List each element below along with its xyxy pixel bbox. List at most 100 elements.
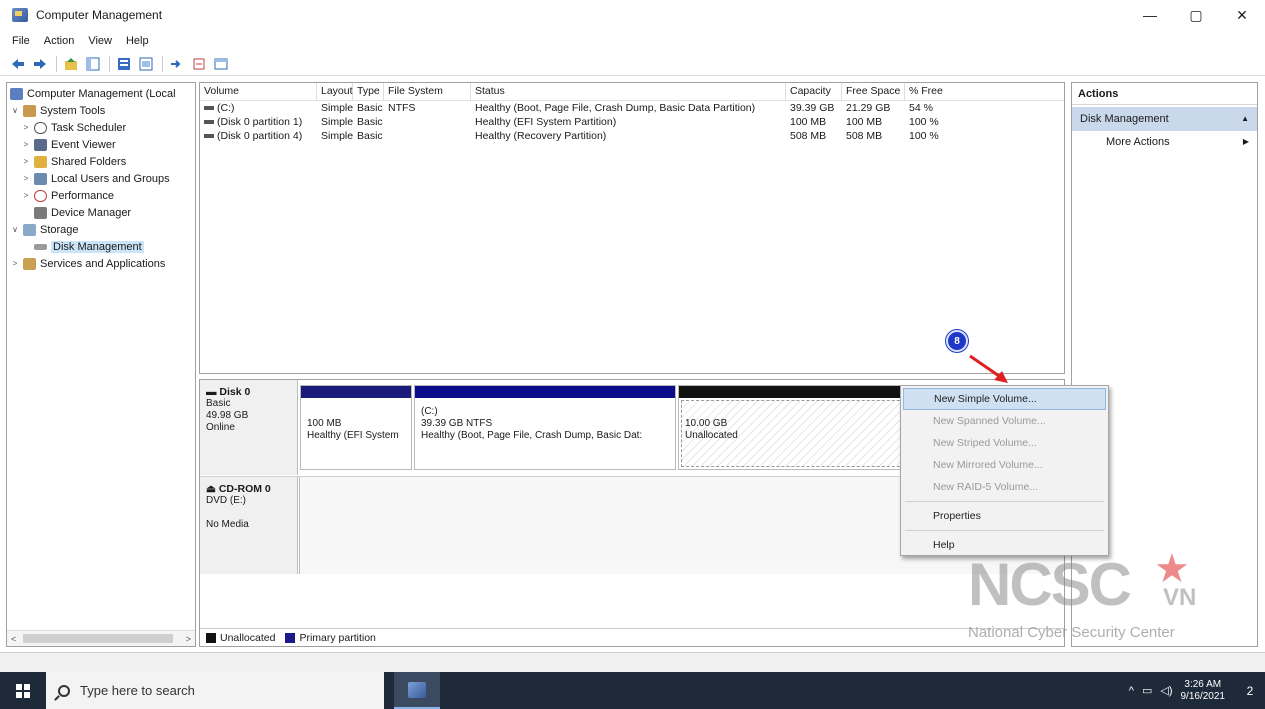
taskbar-app-computer-management[interactable] — [394, 672, 440, 709]
tree-item-system-tools[interactable]: ∨ System Tools — [10, 102, 105, 119]
volume-icon[interactable]: ◁) — [1160, 684, 1172, 697]
new-striped-volume-menu-item: New Striped Volume... — [933, 437, 1037, 449]
column-layout[interactable]: Layout — [317, 83, 353, 101]
more-actions-item[interactable]: More Actions ▶ — [1072, 131, 1257, 153]
title-bar: Computer Management — ▢ ✕ — [0, 0, 1265, 30]
tree-item-shared-folders[interactable]: > Shared Folders — [21, 153, 126, 170]
system-tray: ^ ▭ ◁) 3:26 AM 9/16/2021 2 — [1129, 672, 1265, 709]
legend-swatch-primary — [285, 632, 296, 643]
expand-chevron-icon[interactable]: > — [21, 174, 31, 183]
tree-item-storage[interactable]: ∨ Storage — [10, 221, 79, 238]
menu-file[interactable]: File — [12, 35, 30, 47]
minimize-button[interactable]: — — [1127, 0, 1173, 30]
window-controls: — ▢ ✕ — [1127, 0, 1265, 30]
forward-icon[interactable] — [32, 56, 48, 72]
tray-chevron-icon[interactable]: ^ — [1129, 685, 1134, 697]
collapse-chevron-icon[interactable]: ∨ — [10, 106, 20, 115]
partition-unallocated[interactable]: 10.00 GB Unallocated — [678, 385, 938, 470]
clock[interactable]: 3:26 AM 9/16/2021 — [1181, 679, 1226, 703]
tree-item-services-and-applications[interactable]: > Services and Applications — [10, 255, 165, 272]
tree-item-computer-management[interactable]: Computer Management (Local — [10, 85, 176, 102]
actions-section-disk-management[interactable]: Disk Management ▲ — [1072, 107, 1257, 131]
scrollbar-thumb[interactable] — [23, 634, 173, 643]
actions-header: Actions — [1072, 83, 1257, 105]
column-type[interactable]: Type — [353, 83, 384, 101]
notifications-icon[interactable]: 2 — [1235, 672, 1265, 709]
tree-item-task-scheduler[interactable]: > Task Scheduler — [21, 119, 126, 136]
storage-icon — [23, 223, 36, 236]
new-mirrored-volume-menu-item: New Mirrored Volume... — [933, 459, 1043, 471]
maximize-button[interactable]: ▢ — [1173, 0, 1219, 30]
tree-horizontal-scrollbar[interactable]: < > — [7, 630, 195, 646]
column-status[interactable]: Status — [471, 83, 786, 101]
start-button[interactable] — [0, 672, 46, 709]
collapse-arrow-icon[interactable]: ▲ — [1241, 107, 1249, 131]
event-viewer-icon — [34, 138, 47, 151]
menu-action[interactable]: Action — [44, 35, 75, 47]
connect-icon[interactable] — [191, 56, 207, 72]
show-tree-icon[interactable] — [85, 56, 101, 72]
back-icon[interactable] — [10, 56, 26, 72]
scroll-left-icon[interactable]: < — [11, 634, 16, 644]
partition-bar — [679, 386, 937, 398]
column-file-system[interactable]: File System — [384, 83, 471, 101]
clock-icon — [34, 121, 47, 134]
windows-logo-icon — [16, 683, 30, 698]
tree-item-device-manager[interactable]: Device Manager — [21, 204, 131, 221]
volume-list: Volume Layout Type File System Status Ca… — [199, 82, 1065, 374]
properties-menu-item[interactable]: Properties — [903, 505, 1106, 527]
close-button[interactable]: ✕ — [1219, 0, 1265, 30]
volume-icon — [204, 134, 214, 139]
search-icon — [58, 684, 70, 697]
help-icon[interactable] — [138, 56, 154, 72]
new-spanned-volume-menu-item: New Spanned Volume... — [933, 415, 1046, 427]
legend: Unallocated Primary partition — [200, 628, 1064, 646]
tree-item-performance[interactable]: > Performance — [21, 187, 114, 204]
computer-management-icon — [10, 87, 23, 100]
tree-item-disk-management[interactable]: Disk Management — [21, 238, 144, 255]
volume-icon — [204, 106, 214, 111]
tree-item-local-users-and-groups[interactable]: > Local Users and Groups — [21, 170, 170, 187]
expand-chevron-icon[interactable]: > — [21, 157, 31, 166]
expand-chevron-icon[interactable]: > — [21, 140, 31, 149]
console-tree: Computer Management (Local ∨ System Tool… — [6, 82, 196, 647]
menu-help[interactable]: Help — [126, 35, 149, 47]
disk-0-label[interactable]: ▬ Disk 0 Basic 49.98 GB Online — [200, 380, 298, 475]
up-folder-icon[interactable] — [63, 56, 79, 72]
partition-bar — [301, 386, 411, 398]
expand-chevron-icon[interactable]: > — [21, 123, 31, 132]
new-raid5-volume-menu-item: New RAID-5 Volume... — [933, 481, 1039, 493]
scroll-right-icon[interactable]: > — [186, 634, 191, 644]
properties-icon[interactable] — [116, 56, 132, 72]
table-row[interactable]: (Disk 0 partition 4) Simple Basic Health… — [200, 129, 1064, 143]
refresh-icon[interactable] — [213, 56, 229, 72]
tree-item-event-viewer[interactable]: > Event Viewer — [21, 136, 116, 153]
table-row[interactable]: (Disk 0 partition 1) Simple Basic Health… — [200, 115, 1064, 129]
cdrom-0-label[interactable]: ⏏ CD-ROM 0 DVD (E:) No Media — [200, 477, 298, 574]
collapse-chevron-icon[interactable]: ∨ — [10, 225, 20, 234]
services-icon — [23, 257, 36, 270]
actions-pane: Actions Disk Management ▲ More Actions ▶ — [1071, 82, 1258, 647]
column-capacity[interactable]: Capacity — [786, 83, 842, 101]
network-icon[interactable]: ▭ — [1142, 684, 1152, 697]
help-menu-item[interactable]: Help — [903, 534, 1106, 556]
column-free-space[interactable]: Free Space — [842, 83, 905, 101]
notification-count-badge: 2 — [1246, 683, 1254, 698]
table-row[interactable]: (C:) Simple Basic NTFS Healthy (Boot, Pa… — [200, 101, 1064, 115]
expand-chevron-icon[interactable]: > — [21, 191, 31, 200]
menu-view[interactable]: View — [88, 35, 112, 47]
step-badge: 8 — [946, 330, 968, 352]
menu-separator — [905, 530, 1104, 531]
taskbar-search-box[interactable]: Type here to search — [46, 672, 384, 709]
column-percent-free[interactable]: % Free — [905, 83, 1065, 101]
partition-efi-system[interactable]: 100 MB Healthy (EFI System — [300, 385, 412, 470]
context-menu: New Simple Volume... New Spanned Volume.… — [900, 385, 1109, 556]
export-icon[interactable] — [169, 56, 185, 72]
performance-icon — [34, 189, 47, 202]
partition-c-drive[interactable]: (C:) 39.39 GB NTFS Healthy (Boot, Page F… — [414, 385, 676, 470]
legend-swatch-unallocated — [206, 632, 216, 643]
new-simple-volume-menu-item[interactable]: New Simple Volume... — [903, 388, 1106, 410]
users-icon — [34, 172, 47, 185]
column-volume[interactable]: Volume — [200, 83, 317, 101]
expand-chevron-icon[interactable]: > — [10, 259, 20, 268]
